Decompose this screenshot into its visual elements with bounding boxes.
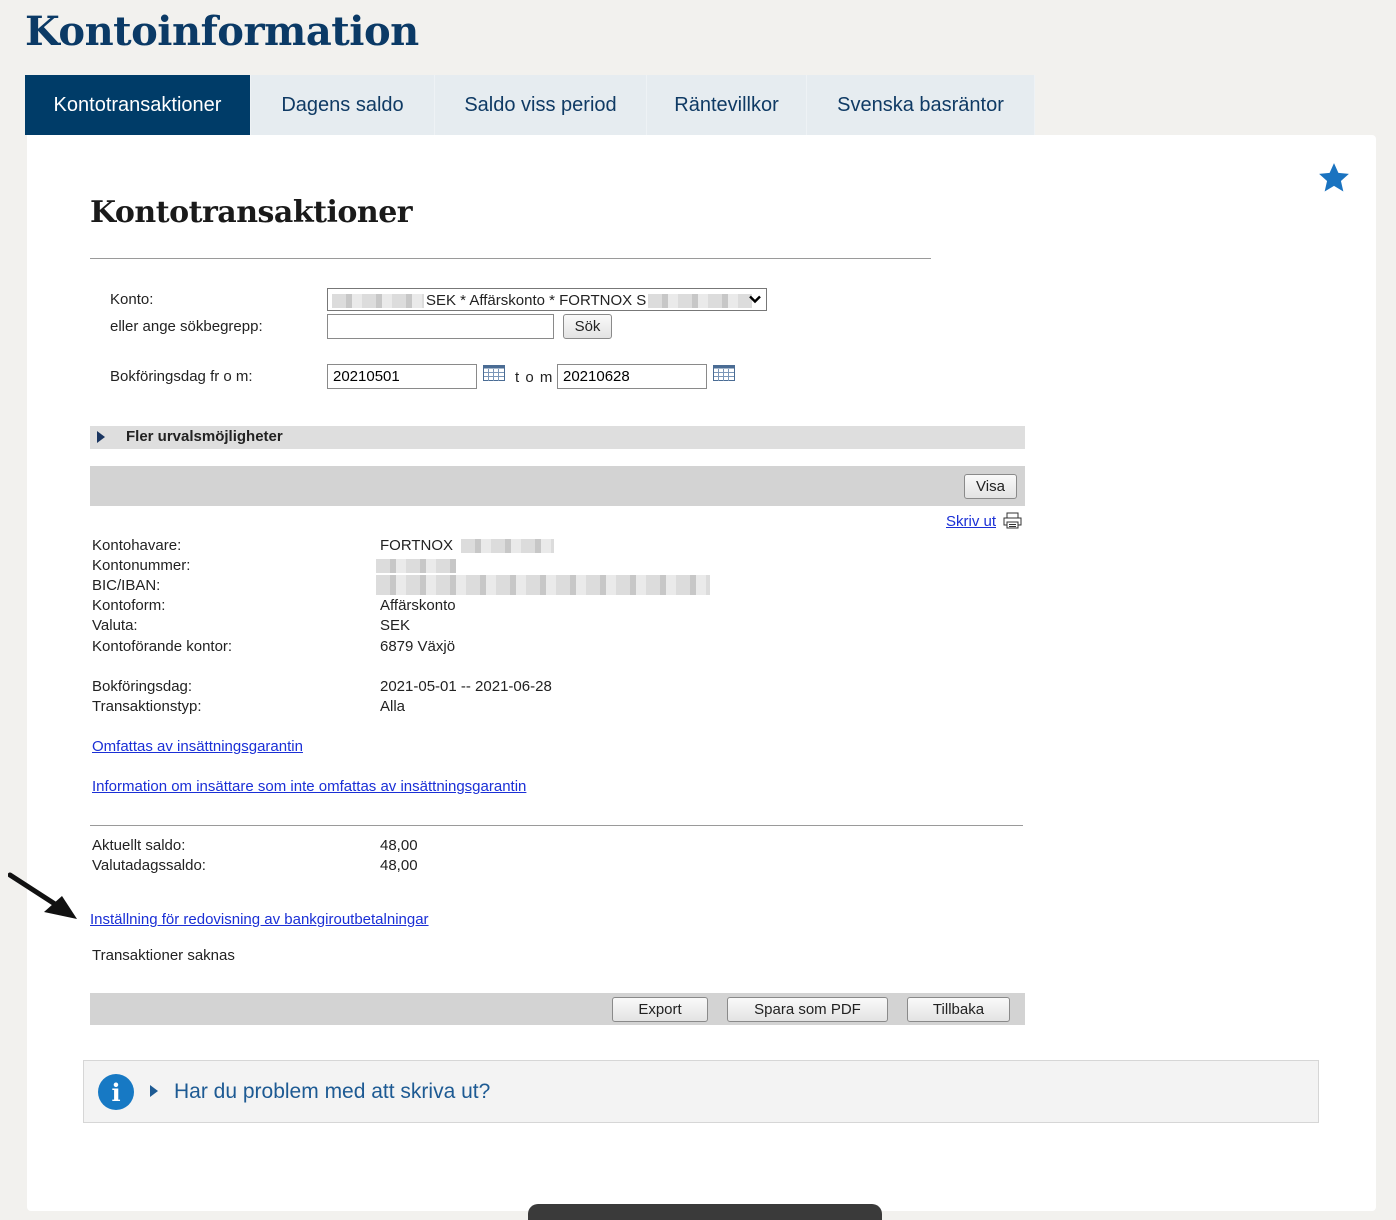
annotation-arrow-icon (8, 872, 77, 919)
print-help-text: Har du problem med att skriva ut? (174, 1080, 491, 1103)
masked-account-prefix (332, 293, 424, 308)
more-options-label: Fler urvalsmöjligheter (126, 428, 283, 445)
favorite-star-icon[interactable] (1317, 161, 1351, 195)
info-value-office: 6879 Växjö (380, 638, 456, 655)
account-select-value: SEK * Affärskonto * FORTNOX (426, 292, 633, 309)
balance-label-current: Aktuellt saldo: (92, 837, 186, 854)
masked-account-number (376, 559, 456, 573)
balance-label-value-date: Valutadagssaldo: (92, 857, 206, 874)
no-transactions-text: Transaktioner saknas (92, 947, 235, 964)
section-title: Kontotransaktioner (90, 195, 413, 230)
deposit-guarantee-info-link[interactable]: Information om insättare som inte omfatt… (92, 778, 526, 795)
search-term-input[interactable] (327, 314, 554, 339)
expand-arrow-icon (150, 1085, 158, 1097)
info-value-booking-date: 2021-05-01 -- 2021-06-28 (380, 678, 552, 695)
date-to-label: t o m (515, 369, 554, 386)
masked-account-suffix (648, 293, 753, 308)
show-button[interactable]: Visa (964, 474, 1017, 499)
bankgiro-settings-link[interactable]: Inställning för redovisning av bankgirou… (90, 911, 429, 928)
title-divider (90, 258, 931, 259)
info-label-booking-date: Bokföringsdag: (92, 678, 193, 695)
search-term-label: eller ange sökbegrepp: (110, 318, 263, 335)
info-label-holder: Kontohavare: (92, 537, 182, 554)
tab-kontotransaktioner[interactable]: Kontotransaktioner (25, 75, 251, 146)
info-value-transaction-type: Alla (380, 698, 406, 715)
account-select[interactable]: SEK * Affärskonto * FORTNOX S (327, 288, 767, 311)
info-label-currency: Valuta: (92, 617, 138, 634)
expand-arrow-icon (97, 431, 105, 443)
date-from-input[interactable] (327, 364, 477, 389)
page-title: Kontoinformation (25, 8, 419, 55)
masked-bic-iban (376, 575, 710, 595)
scrollbar-thumb[interactable] (528, 1204, 882, 1220)
info-value-account-form: Affärskonto (380, 597, 456, 614)
tab-svenska-basrantor[interactable]: Svenska basräntor (807, 75, 1035, 135)
account-select-value-suffix: S (636, 292, 647, 309)
chevron-down-icon (746, 291, 764, 308)
info-label-account-number: Kontonummer: (92, 557, 191, 574)
show-bar (90, 466, 1025, 506)
masked-holder-name (461, 539, 554, 553)
calendar-icon[interactable] (483, 365, 505, 381)
info-icon: i (98, 1074, 134, 1110)
back-button[interactable]: Tillbaka (907, 997, 1010, 1022)
print-link[interactable]: Skriv ut (946, 513, 996, 530)
tab-rantevillkor[interactable]: Räntevillkor (647, 75, 807, 135)
balance-divider (90, 825, 1023, 826)
export-button[interactable]: Export (612, 997, 708, 1022)
date-to-input[interactable] (557, 364, 707, 389)
konto-label: Konto: (110, 291, 154, 308)
tab-bar: Kontotransaktioner Dagens saldo Saldo vi… (25, 75, 1035, 146)
search-button[interactable]: Sök (563, 314, 612, 339)
info-label-bic-iban: BIC/IBAN: (92, 577, 161, 594)
info-label-office: Kontoförande kontor: (92, 638, 233, 655)
print-help-box[interactable]: i Har du problem med att skriva ut? (83, 1060, 1319, 1123)
printer-icon[interactable] (1003, 512, 1022, 529)
deposit-guarantee-link[interactable]: Omfattas av insättningsgarantin (92, 738, 303, 755)
tab-dagens-saldo[interactable]: Dagens saldo (251, 75, 435, 135)
balance-value-value-date: 48,00 (380, 857, 418, 874)
booking-date-label: Bokföringsdag fr o m: (110, 368, 253, 385)
info-value-currency: SEK (380, 617, 411, 634)
info-label-account-form: Kontoform: (92, 597, 166, 614)
info-label-transaction-type: Transaktionstyp: (92, 698, 202, 715)
save-pdf-button[interactable]: Spara som PDF (727, 997, 888, 1022)
calendar-icon[interactable] (713, 365, 735, 381)
balance-value-current: 48,00 (380, 837, 418, 854)
info-value-holder: FORTNOX (380, 537, 454, 554)
tab-saldo-viss-period[interactable]: Saldo viss period (435, 75, 647, 135)
